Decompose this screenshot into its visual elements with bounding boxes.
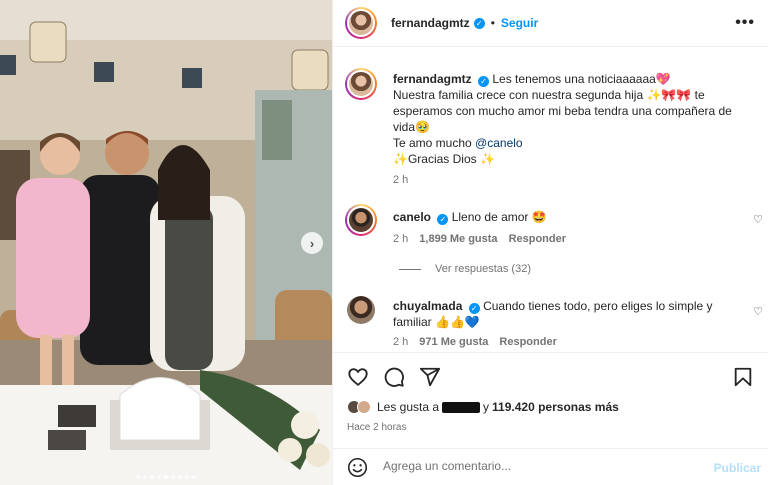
caption-time: 2 h <box>393 174 409 186</box>
author-username[interactable]: fernandagmtz <box>391 16 470 30</box>
comment-meta: 2 h 1,899 Me gusta Responder <box>393 233 566 245</box>
comment-time: 2 h <box>393 233 409 245</box>
verified-badge-icon: ✓ <box>478 76 490 87</box>
verified-badge-icon: ✓ <box>437 214 449 225</box>
bookmark-icon[interactable] <box>732 366 754 388</box>
carousel-dot <box>185 475 189 479</box>
chevron-right-icon: › <box>309 235 315 251</box>
post-header: fernandagmtz ✓ • Seguir ••• <box>333 0 768 47</box>
likes-summary[interactable]: Les gusta a y 119.420 personas más <box>347 400 619 414</box>
emoji-icon[interactable] <box>347 457 368 478</box>
comment-time: 2 h <box>393 336 409 348</box>
carousel-dot <box>178 475 182 479</box>
carousel-dots <box>0 475 332 479</box>
commenter-avatar[interactable] <box>345 204 377 236</box>
caption-author-username[interactable]: fernandagmtz <box>393 72 472 86</box>
post-timestamp: Hace 2 horas <box>347 422 407 433</box>
commenter-avatar[interactable] <box>347 296 375 324</box>
redacted-username <box>442 401 481 413</box>
reply-button[interactable]: Responder <box>509 233 566 245</box>
publish-button[interactable]: Publicar <box>714 461 761 475</box>
commenter-username[interactable]: chuyalmada <box>393 299 462 313</box>
mention-link[interactable]: @canelo <box>475 136 523 150</box>
carousel-dot <box>157 475 161 479</box>
comment-body: Lleno de amor 🤩 <box>451 210 547 224</box>
comment-meta: 2 h 971 Me gusta Responder <box>393 336 557 348</box>
carousel-dot <box>192 475 196 479</box>
next-image-button[interactable]: › <box>301 232 323 254</box>
like-comment-heart-icon[interactable]: ♡ <box>753 305 763 318</box>
verified-badge-icon: ✓ <box>468 303 480 314</box>
commenter-username[interactable]: canelo <box>393 210 431 224</box>
carousel-dot <box>150 475 154 479</box>
carousel-dot-active <box>164 475 168 479</box>
caption-author-avatar[interactable] <box>345 68 377 100</box>
carousel-dot <box>136 475 140 479</box>
post-photo[interactable]: › <box>0 0 332 485</box>
caption-line-2: Nuestra familia crece con nuestra segund… <box>393 88 732 134</box>
caption-line-1: Les tenemos una noticiaaaaaa💖 <box>492 72 671 86</box>
comment-icon[interactable] <box>383 366 405 388</box>
reply-button[interactable]: Responder <box>499 336 556 348</box>
caption-line-3: Te amo mucho <box>393 136 476 150</box>
replies-divider <box>399 268 421 270</box>
likes-suffix: y <box>483 400 490 414</box>
separator-dot: • <box>490 16 495 30</box>
author-avatar[interactable] <box>345 7 377 39</box>
carousel-dot <box>171 475 175 479</box>
caption-text: fernandagmtz ✓ Les tenemos una noticiaaa… <box>393 71 753 167</box>
comment-input[interactable] <box>383 459 683 473</box>
family-photo-image <box>0 0 332 485</box>
likes-prefix: Les gusta a <box>377 400 440 414</box>
view-replies-button[interactable]: Ver respuestas (32) <box>399 263 531 275</box>
comment-likes[interactable]: 1,899 Me gusta <box>419 233 497 245</box>
comment-likes[interactable]: 971 Me gusta <box>419 336 488 348</box>
heart-icon[interactable] <box>347 366 369 388</box>
likes-count[interactable]: 119.420 personas más <box>492 400 619 414</box>
view-replies-label: Ver respuestas (32) <box>435 263 531 275</box>
comment-text: canelo ✓ Lleno de amor 🤩 <box>393 209 753 225</box>
caption-line-4: ✨Gracias Dios ✨ <box>393 152 495 166</box>
more-options-icon[interactable]: ••• <box>735 14 755 32</box>
instagram-post-modal: › fernandagmtz ✓ • Seguir ••• fernandagm… <box>0 0 768 485</box>
post-actions <box>333 352 768 387</box>
add-comment-bar: Publicar <box>333 448 768 485</box>
carousel-dot <box>143 475 147 479</box>
verified-badge-icon: ✓ <box>473 17 485 29</box>
comment-text: chuyalmada ✓ Cuando tienes todo, pero el… <box>393 298 753 330</box>
like-comment-heart-icon[interactable]: ♡ <box>753 213 763 226</box>
send-icon[interactable] <box>419 366 441 388</box>
liker-avatar <box>357 400 371 414</box>
post-details-panel: fernandagmtz ✓ • Seguir ••• fernandagmtz… <box>332 0 768 485</box>
follow-button[interactable]: Seguir <box>501 16 538 30</box>
